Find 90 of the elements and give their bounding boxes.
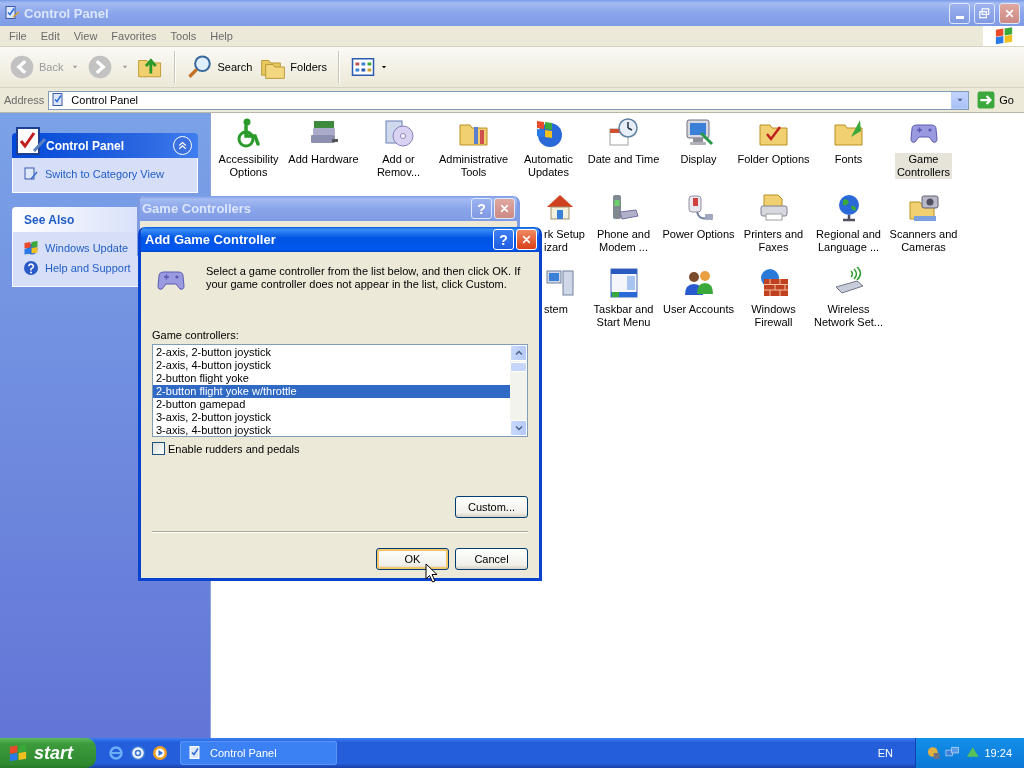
- control-panel-icon: [4, 5, 20, 21]
- mouse-pointer-icon: [425, 563, 438, 583]
- clock[interactable]: 19:24: [984, 747, 1012, 759]
- control-panel-item[interactable]: Scanners and Cameras: [887, 228, 960, 254]
- control-panel-item[interactable]: Accessibility Options: [216, 153, 281, 179]
- language-indicator[interactable]: EN: [877, 747, 893, 759]
- dialog-button[interactable]: OK: [376, 548, 449, 570]
- dialog-message: Select a game controller from the list below, and then click OK. If your game controller does not appear in the list, click Custom.: [206, 265, 522, 292]
- restore-button[interactable]: [974, 2, 995, 24]
- media-player-icon[interactable]: [152, 745, 168, 761]
- sidebar-link[interactable]: Help and Support: [45, 262, 131, 274]
- checklist-icon: [14, 125, 46, 157]
- panel-title: Control Panel: [46, 138, 125, 153]
- list-item[interactable]: 2-button flight yoke w/throttle: [153, 385, 510, 398]
- dialog-button[interactable]: Cancel: [455, 548, 528, 570]
- start-menu-window-icon[interactable]: [607, 267, 640, 299]
- sidebar-link[interactable]: Windows Update: [45, 242, 129, 254]
- folder-camera-icon[interactable]: [907, 192, 940, 224]
- window-pen-icon: [23, 166, 39, 182]
- window-title: Add Game Controller: [145, 232, 277, 247]
- checkbox[interactable]: [152, 442, 165, 455]
- printer-icon[interactable]: [757, 192, 790, 224]
- search-icon: [187, 54, 214, 80]
- control-panel-item[interactable]: Phone and Modem ...: [594, 228, 653, 254]
- minimize-icon: [955, 15, 964, 19]
- close-button[interactable]: [494, 198, 515, 219]
- minimize-button[interactable]: [949, 2, 970, 24]
- control-panel-item[interactable]: Game Controllers: [894, 153, 953, 179]
- address-field[interactable]: Control Panel: [48, 90, 970, 110]
- windows-flag-icon: [994, 26, 1014, 46]
- control-panel-item[interactable]: Power Options: [660, 228, 737, 241]
- sidebar-link[interactable]: Switch to Category View: [45, 168, 165, 180]
- custom-button[interactable]: Custom...: [455, 496, 528, 518]
- panel-title: See Also: [24, 212, 76, 227]
- control-panel-item[interactable]: User Accounts: [661, 303, 736, 316]
- views-icon: [351, 55, 375, 79]
- control-panel-item[interactable]: Taskbar and Start Menu: [591, 303, 656, 329]
- address-label: Address: [4, 94, 45, 106]
- globe-flag-icon: [23, 240, 39, 256]
- list-item[interactable]: 2-button gamepad: [153, 398, 510, 411]
- help-icon: [23, 260, 39, 276]
- scroll-up-button[interactable]: [510, 345, 527, 361]
- control-panel-item[interactable]: Automatic Updates: [522, 153, 575, 179]
- menu-item[interactable]: Tools: [163, 30, 204, 42]
- control-panel-item[interactable]: stem: [544, 303, 568, 316]
- menu-item[interactable]: Favorites: [104, 30, 164, 42]
- list-item[interactable]: 2-axis, 2-button joystick: [153, 346, 510, 359]
- control-panel-item[interactable]: Display: [678, 153, 719, 166]
- list-item[interactable]: 3-axis, 4-button joystick: [153, 424, 510, 437]
- checkbox-label[interactable]: Enable rudders and pedals: [168, 442, 300, 455]
- window-title: Game Controllers: [142, 201, 253, 216]
- folders-button[interactable]: Folders: [257, 51, 330, 83]
- search-button[interactable]: Search: [184, 51, 256, 83]
- control-panel-item[interactable]: Printers and Faxes: [741, 228, 806, 254]
- windows-flag-icon: [8, 743, 28, 763]
- menu-item[interactable]: View: [66, 30, 105, 42]
- control-panel-item[interactable]: Date and Time: [585, 153, 662, 166]
- help-button[interactable]: ?: [493, 229, 514, 250]
- menu-item[interactable]: File: [2, 30, 34, 42]
- computer-icon[interactable]: [544, 267, 576, 299]
- list-item[interactable]: 2-axis, 4-button joystick: [153, 359, 510, 372]
- restore-icon: [977, 5, 992, 21]
- control-panel-item[interactable]: Wireless Network Set...: [811, 303, 886, 329]
- control-panel-item[interactable]: Fonts: [832, 153, 865, 166]
- control-panel-item[interactable]: rk Setup izard: [544, 228, 585, 254]
- taskbar-button[interactable]: Control Panel: [180, 741, 337, 765]
- control-panel-item[interactable]: Add Hardware: [286, 153, 361, 166]
- chevron-up-icon: [176, 139, 189, 152]
- control-panel-item[interactable]: Regional and Language ...: [814, 228, 883, 254]
- go-arrow-icon: [977, 91, 996, 109]
- controller-list[interactable]: 2-axis, 2-button joystick 2-axis, 4-button joystick 2-button flight yoke 2-button flight yoke w/throttle 2-button gamepad 3-axis, 2-button joystick 3-axis, 4-button joystick: [152, 344, 528, 437]
- window-title: Control Panel: [24, 5, 110, 21]
- scrollbar[interactable]: [510, 345, 527, 436]
- control-panel-item[interactable]: Add or Remov...: [374, 153, 423, 179]
- start-button[interactable]: start: [0, 738, 96, 768]
- collapse-button[interactable]: [173, 136, 192, 155]
- close-button[interactable]: [999, 2, 1020, 24]
- control-panel-item[interactable]: Administrative Tools: [436, 153, 511, 179]
- scroll-down-button[interactable]: [510, 420, 527, 436]
- list-item[interactable]: 3-axis, 2-button joystick: [153, 411, 510, 424]
- go-button[interactable]: Go: [973, 91, 1020, 109]
- menu-item[interactable]: Help: [203, 30, 240, 42]
- control-panel-item[interactable]: Folder Options: [735, 153, 812, 166]
- list-label: Game controllers:: [152, 329, 240, 341]
- scroll-thumb[interactable]: [510, 362, 527, 372]
- control-panel-item[interactable]: Windows Firewall: [749, 303, 798, 329]
- menu-item[interactable]: Edit: [33, 30, 67, 42]
- disc-box-icon[interactable]: [382, 117, 415, 149]
- list-item[interactable]: 2-button flight yoke: [153, 372, 510, 385]
- clock-calendar-icon[interactable]: [607, 117, 640, 149]
